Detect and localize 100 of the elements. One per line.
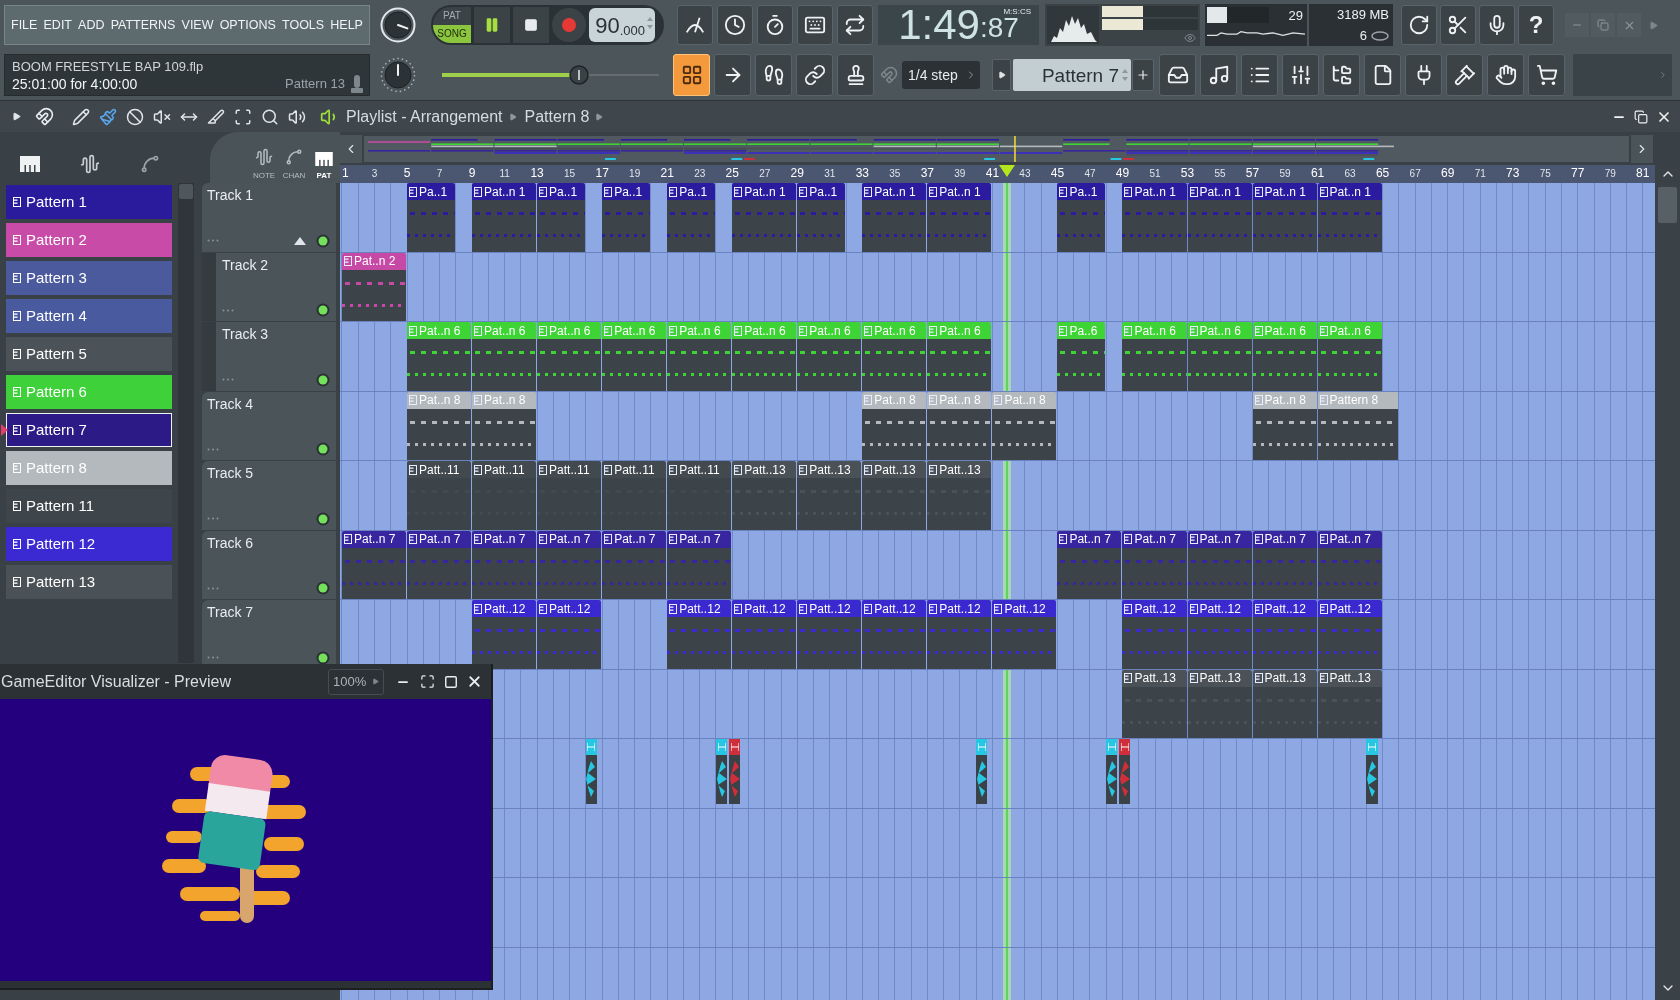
stamp-button[interactable] [837, 54, 874, 96]
select-frame-icon[interactable] [234, 107, 252, 126]
metronome-button[interactable] [677, 5, 713, 45]
pattern-clip[interactable]: Patt..11 [407, 461, 472, 530]
enable-dot-icon[interactable] [316, 233, 330, 248]
menu-item[interactable]: OPTIONS [219, 18, 276, 32]
pattern-clip[interactable]: Pat..n 1 [1122, 183, 1187, 252]
pattern-item[interactable]: Pattern 7 [6, 413, 172, 447]
pitch-knob[interactable] [380, 57, 416, 93]
menu-item[interactable]: TOOLS [282, 18, 325, 32]
waveform-icon[interactable] [80, 153, 100, 174]
pattern-clip[interactable]: Pat..n 1 [1317, 183, 1382, 252]
audio-clip[interactable] [1119, 739, 1131, 804]
triangle-up-icon[interactable] [294, 236, 306, 245]
music-note-button[interactable] [1200, 54, 1237, 96]
pattern-clip[interactable]: Patt..12 [992, 600, 1057, 669]
pattern-clip[interactable]: Patt..13 [1252, 669, 1317, 738]
enable-dot-icon[interactable] [316, 511, 330, 526]
scissors-button[interactable] [1440, 5, 1476, 45]
footprints-button[interactable] [755, 54, 792, 96]
pattern-clip[interactable]: Pat..n 7 [342, 530, 407, 599]
microphone-button[interactable] [1479, 5, 1515, 45]
pattern-clip[interactable]: Pat..n 1 [862, 183, 927, 252]
curve-icon[interactable] [140, 153, 160, 174]
pattern-clip[interactable]: Patt..13 [862, 461, 927, 530]
pattern-clip[interactable]: Patt..13 [1122, 669, 1187, 738]
pattern-clip[interactable]: Patt..12 [1317, 600, 1382, 669]
pattern-clip[interactable]: Pa..1 [1057, 183, 1106, 252]
pattern-clip[interactable]: Patt..12 [732, 600, 797, 669]
enable-dot-icon[interactable] [316, 372, 330, 387]
pattern-clip[interactable]: Pa..1 [537, 183, 585, 252]
filter-tab[interactable]: CHAN [280, 148, 308, 180]
add-pattern-button[interactable] [1132, 59, 1154, 91]
pattern-clip[interactable]: Patt..13 [732, 461, 797, 530]
pattern-item[interactable]: Pattern 13 [6, 565, 172, 599]
pattern-item[interactable]: Pattern 4 [6, 299, 172, 333]
pattern-clip[interactable]: Pat..n 7 [602, 530, 667, 599]
pattern-clip[interactable]: Patt..13 [1187, 669, 1252, 738]
enable-dot-icon[interactable] [316, 650, 330, 665]
gavel-button[interactable] [1446, 54, 1483, 96]
enable-dot-icon[interactable] [316, 303, 330, 317]
clock-button[interactable] [717, 5, 753, 45]
track-header[interactable]: Track 5 [202, 461, 336, 530]
pattern-clip[interactable]: Patt..12 [537, 600, 602, 669]
pattern-clip[interactable]: Pa..1 [407, 183, 455, 252]
track-header[interactable]: Track 6 [202, 530, 336, 599]
pattern-clip[interactable]: Pat..n 7 [667, 530, 732, 599]
pattern-item[interactable]: Pattern 12 [6, 527, 172, 561]
list-button[interactable] [1241, 54, 1278, 96]
position-slider[interactable] [442, 64, 659, 86]
tempo-field[interactable]: 90.000 [589, 8, 655, 42]
help-button[interactable]: ? [1518, 5, 1554, 45]
pattern-clip[interactable]: Pat..n 7 [1187, 530, 1252, 599]
magnifier-icon[interactable] [261, 107, 279, 126]
audio-clip[interactable] [729, 739, 741, 804]
pattern-clip[interactable]: Pat..n 2 [342, 252, 407, 321]
pattern-clip[interactable]: Patt..13 [797, 461, 862, 530]
menu-item[interactable]: EDIT [43, 18, 72, 32]
audio-clip[interactable] [1366, 739, 1378, 804]
pattern-clip[interactable]: Pat..n 7 [1122, 530, 1187, 599]
filter-tab[interactable]: PAT [310, 152, 338, 180]
pattern-clip[interactable]: Pat..n 1 [732, 183, 797, 252]
tray-button[interactable] [1159, 54, 1196, 96]
track-header[interactable]: Track 1 [202, 183, 336, 252]
plug-button[interactable] [1405, 54, 1442, 96]
countdown-button[interactable] [757, 5, 793, 45]
pattern-item[interactable]: Pattern 11 [6, 489, 172, 523]
pattern-clip[interactable]: Pat..n 7 [1252, 530, 1317, 599]
pattern-clip[interactable]: Patt..13 [1317, 669, 1382, 738]
mute-icon[interactable] [153, 107, 171, 126]
pattern-clip[interactable]: Pat..n 7 [407, 530, 472, 599]
pattern-item[interactable]: Pattern 3 [6, 261, 172, 295]
link-button[interactable] [796, 54, 833, 96]
pattern-clip[interactable]: Pa..1 [797, 183, 846, 252]
pattern-clip[interactable]: Pat..n 1 [1187, 183, 1252, 252]
play-pause-button[interactable] [474, 7, 510, 43]
track-header[interactable]: Track 4 [202, 391, 336, 460]
scroll-left-button[interactable] [340, 134, 362, 163]
piano-keys-icon[interactable] [20, 155, 40, 172]
hand-button[interactable] [1487, 54, 1524, 96]
pattern-clip[interactable]: Pat..n 7 [537, 530, 602, 599]
pattern-menu-button[interactable] [992, 59, 1011, 91]
menu-item[interactable]: FILE [11, 18, 38, 32]
scrollbar-thumb[interactable] [1658, 187, 1677, 223]
menu-item[interactable]: HELP [330, 18, 363, 32]
pattern-selector[interactable]: Pattern 7 [1013, 59, 1131, 91]
pattern-clip[interactable]: Pat..n 1 [1252, 183, 1317, 252]
pattern-clip[interactable]: Pa..1 [667, 183, 715, 252]
stop-button[interactable] [513, 7, 549, 43]
track-header[interactable]: Track 3 [202, 322, 336, 391]
knife-icon[interactable] [207, 107, 225, 126]
arrow-right-button[interactable] [714, 54, 751, 96]
folder-tree-button[interactable] [1323, 54, 1360, 96]
pattern-clip[interactable]: Patt..11 [602, 461, 667, 530]
zoom-dropdown[interactable]: 100% [328, 668, 384, 695]
grid-toggle-button[interactable] [673, 54, 710, 96]
pattern-clip[interactable]: Patt..12 [797, 600, 862, 669]
audio-clip[interactable] [585, 739, 598, 804]
audio-clip[interactable] [976, 739, 988, 804]
pattern-clip[interactable]: Patt..12 [1122, 600, 1187, 669]
